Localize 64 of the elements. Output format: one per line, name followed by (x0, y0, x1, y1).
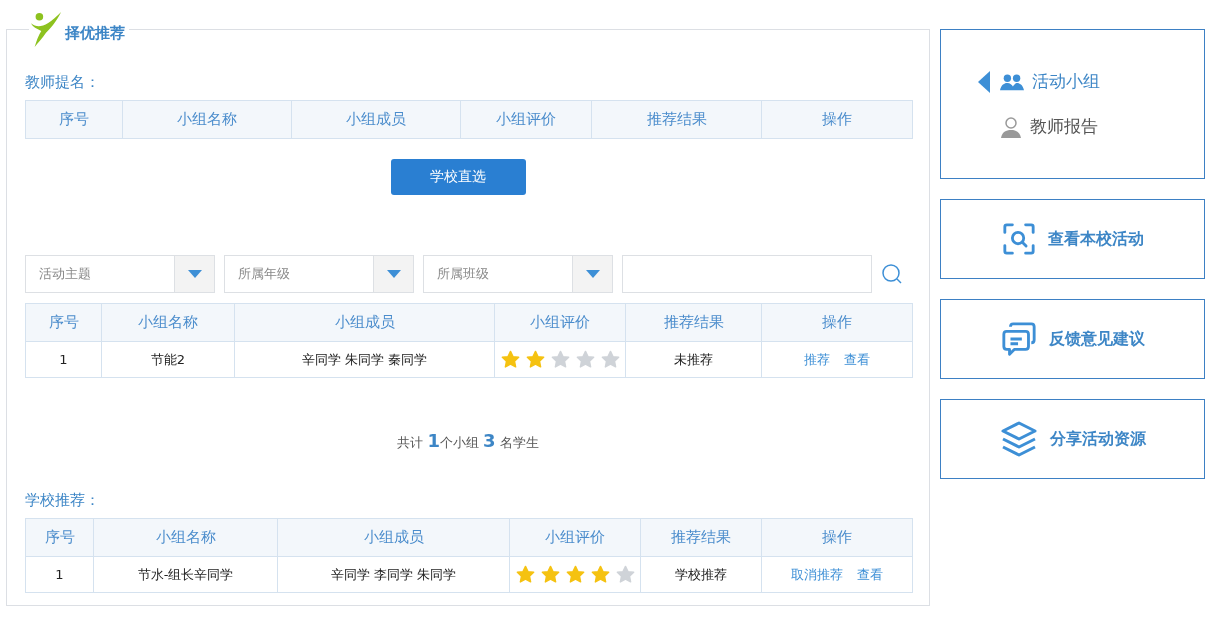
table-cell: 节水-组长辛同学 (93, 556, 278, 593)
table-cell: 节能2 (101, 341, 235, 378)
column-header: 小组名称 (93, 518, 278, 557)
dropdown-arrow-icon (386, 270, 401, 278)
sidebar-card-button[interactable]: 查看本校活动 (940, 199, 1205, 279)
column-header: 小组成员 (234, 303, 495, 342)
section-label: 学校推荐： (25, 490, 101, 510)
column-header: 小组评价 (509, 518, 641, 557)
star-icon (590, 565, 610, 584)
star-icon (550, 350, 570, 369)
filter-dropdown[interactable]: 活动主题 (25, 255, 215, 293)
star-icon (515, 565, 535, 584)
action-link[interactable]: 取消推荐 (791, 565, 843, 584)
column-header: 小组评价 (494, 303, 626, 342)
star-icon (575, 350, 595, 369)
column-header: 操作 (761, 518, 913, 557)
nav-item[interactable]: 活动小组 (978, 70, 1204, 93)
table-cell: 1 (25, 341, 102, 378)
table-cell: 辛同学 朱同学 秦同学 (234, 341, 495, 378)
summary-text: 共计 1个小组 3 名学生 (396, 430, 540, 452)
column-header: 推荐结果 (625, 303, 762, 342)
chat-icon (1000, 321, 1037, 357)
search-icon[interactable] (881, 263, 903, 285)
column-header: 序号 (25, 518, 94, 557)
column-header: 小组成员 (291, 100, 461, 139)
running-figure-icon (29, 10, 63, 48)
column-header: 小组名称 (122, 100, 292, 139)
star-icon (600, 350, 620, 369)
star-icon (565, 565, 585, 584)
column-header: 操作 (761, 100, 913, 139)
layers-icon (999, 420, 1038, 458)
column-header: 序号 (25, 303, 102, 342)
column-header: 小组名称 (101, 303, 235, 342)
panel-title: 择优推荐 (65, 23, 125, 43)
direct-select-button[interactable]: 学校直选 (390, 159, 526, 195)
scan-search-icon (1001, 222, 1036, 256)
person-icon (1000, 115, 1022, 138)
search-field[interactable] (622, 255, 872, 293)
action-link[interactable]: 查看 (844, 350, 870, 369)
section-label: 教师提名： (25, 72, 101, 92)
nav-item[interactable]: 教师报告 (978, 115, 1204, 138)
column-header: 推荐结果 (591, 100, 762, 139)
table-cell: 辛同学 李同学 朱同学 (277, 556, 510, 593)
dropdown-arrow-icon (585, 270, 600, 278)
column-header: 小组成员 (277, 518, 510, 557)
filter-dropdown[interactable]: 所属年级 (224, 255, 414, 293)
action-link[interactable]: 推荐 (804, 350, 830, 369)
dropdown-arrow-icon (187, 270, 202, 278)
star-icon (525, 350, 545, 369)
star-icon (615, 565, 635, 584)
star-icon (500, 350, 520, 369)
filter-dropdown[interactable]: 所属班级 (423, 255, 613, 293)
table-cell: 1 (25, 556, 94, 593)
column-header: 小组评价 (460, 100, 592, 139)
star-icon (540, 565, 560, 584)
sidebar-card-button[interactable]: 分享活动资源 (940, 399, 1205, 479)
column-header: 序号 (25, 100, 123, 139)
caret-icon (978, 70, 990, 93)
action-link[interactable]: 查看 (857, 565, 883, 584)
column-header: 操作 (761, 303, 913, 342)
column-header: 推荐结果 (640, 518, 762, 557)
sidebar-card-button[interactable]: 反馈意见建议 (940, 299, 1205, 379)
table-cell: 未推荐 (625, 341, 762, 378)
table-cell: 学校推荐 (640, 556, 762, 593)
